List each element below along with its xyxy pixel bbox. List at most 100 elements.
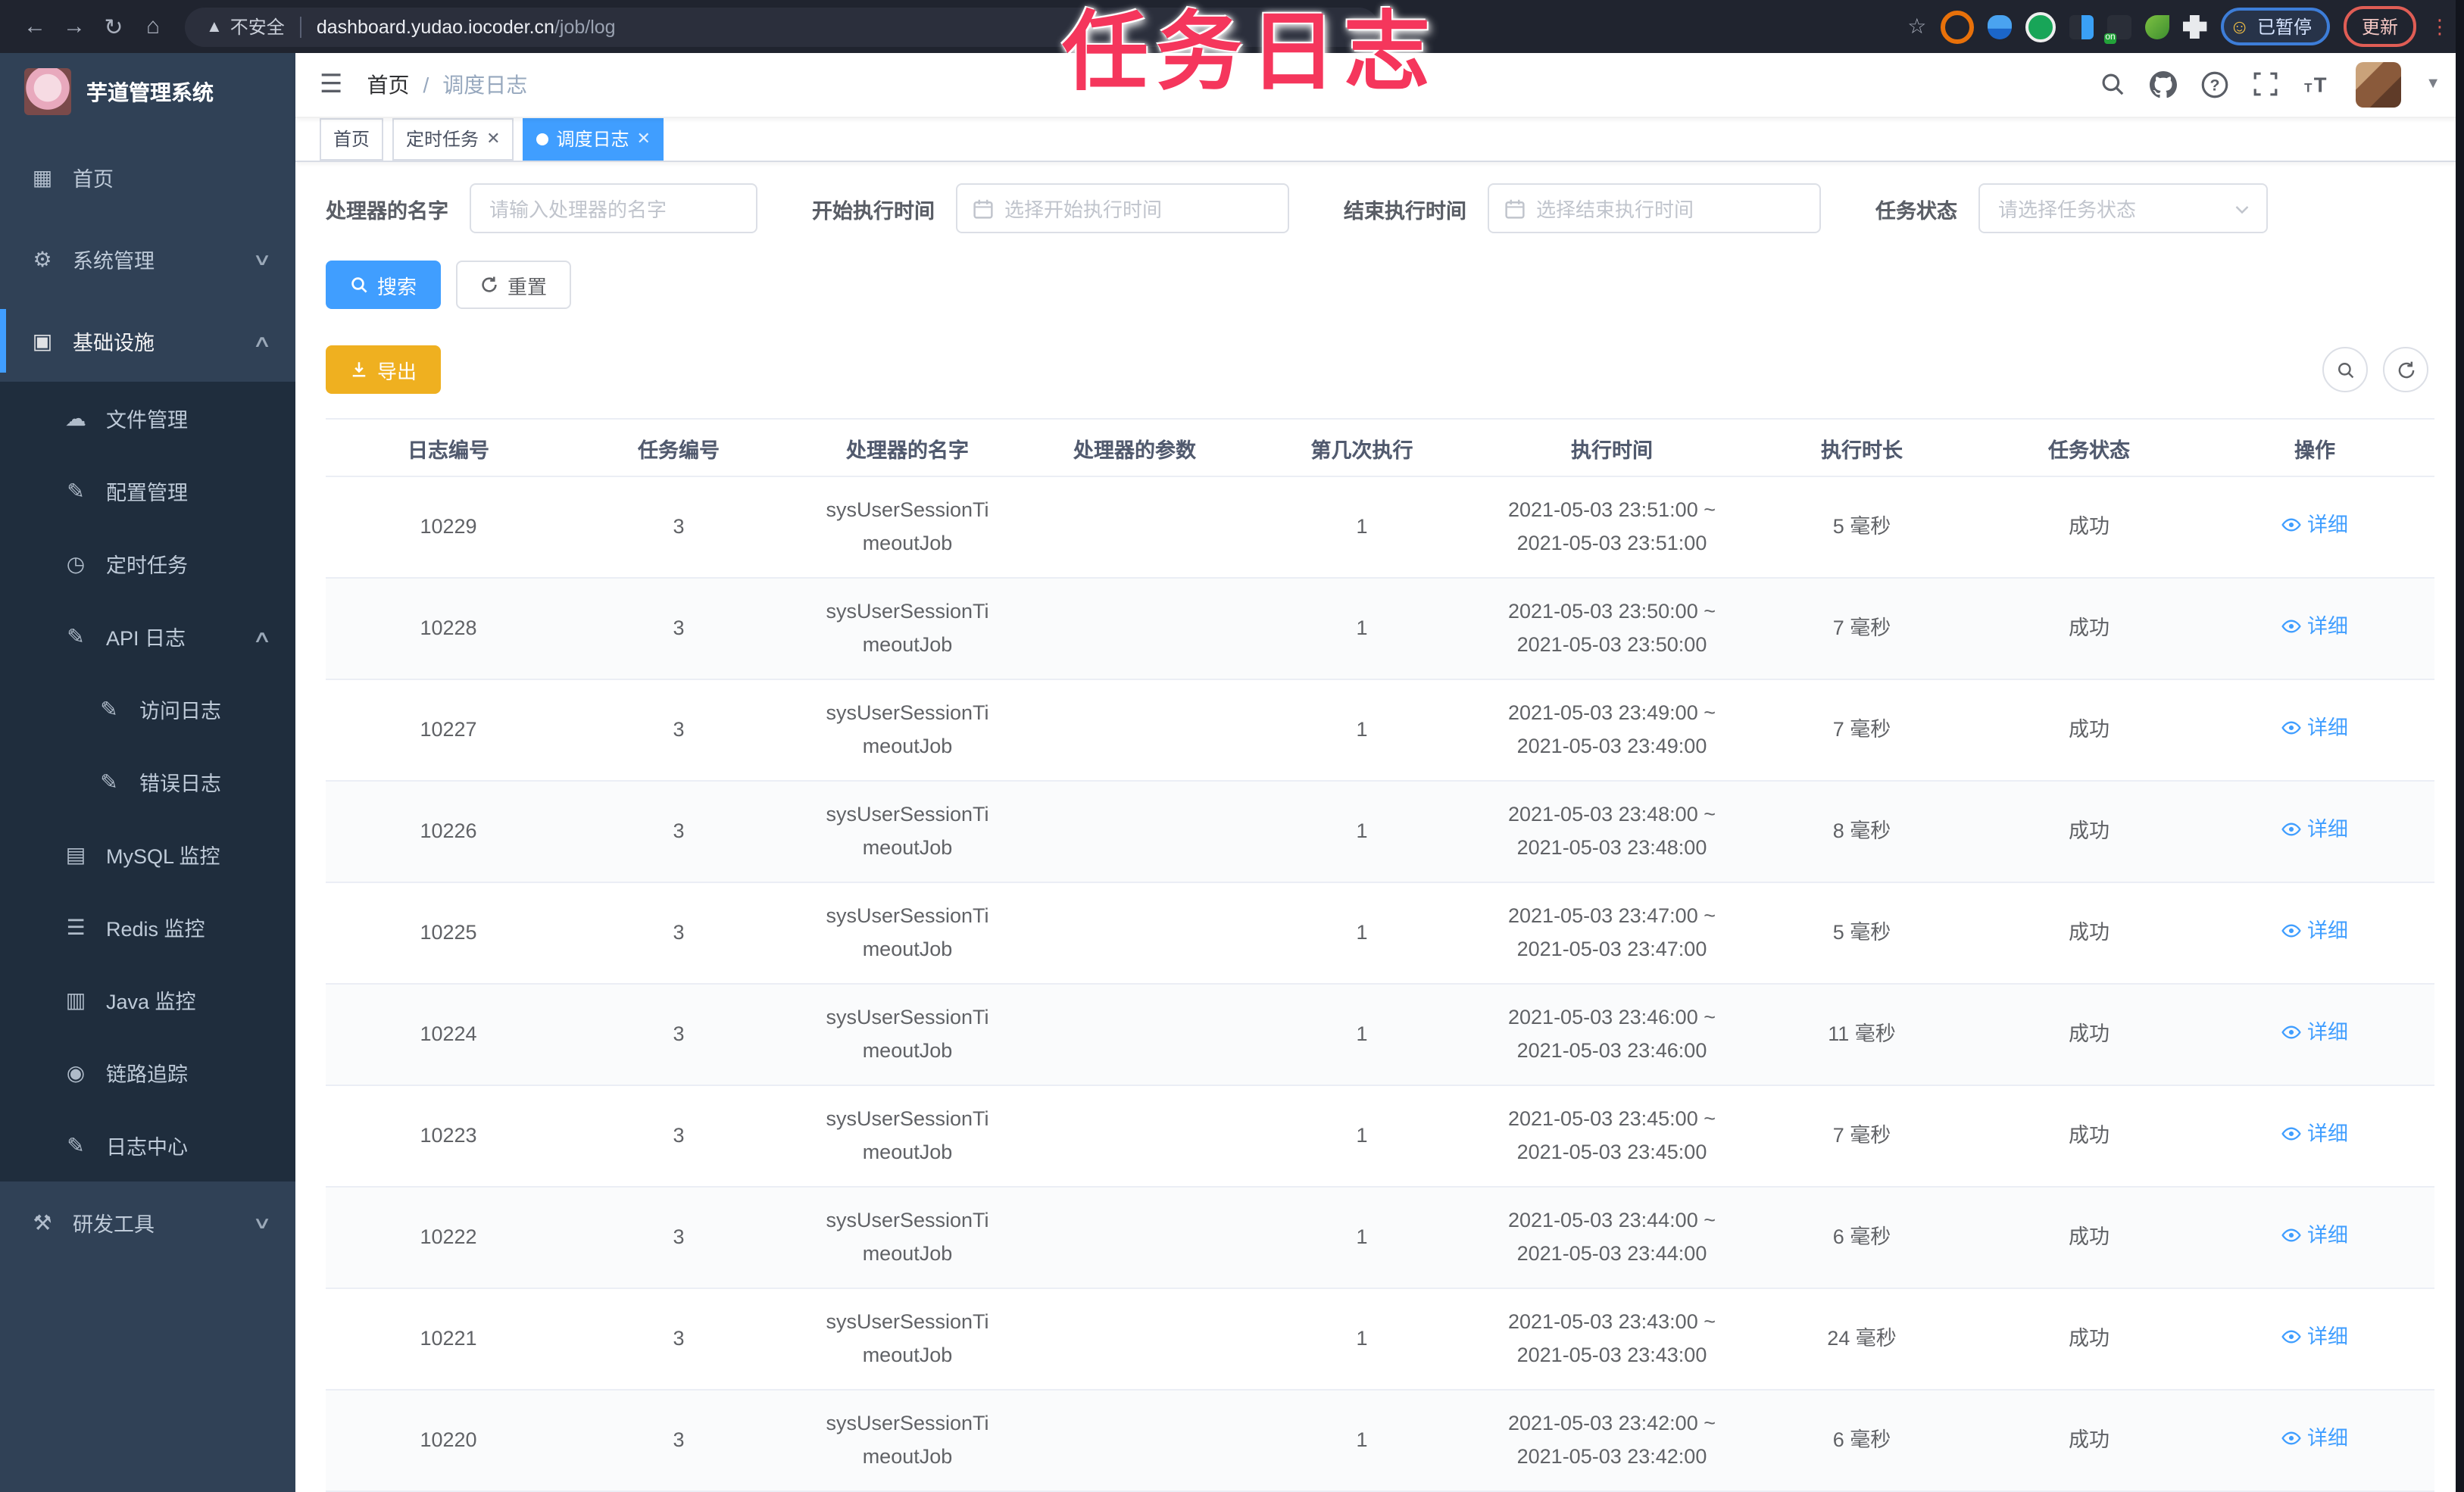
tab-label: 定时任务 bbox=[406, 129, 479, 151]
export-button[interactable]: 导出 bbox=[326, 345, 442, 394]
column-header: 日志编号 bbox=[326, 418, 571, 477]
detail-link[interactable]: 详细 bbox=[2281, 1118, 2348, 1151]
extension-icon[interactable] bbox=[1987, 14, 2012, 39]
sidebar-toggle-icon[interactable]: ☰ bbox=[320, 70, 343, 100]
browser-update-button[interactable]: 更新 bbox=[2343, 6, 2416, 47]
end-time-input[interactable]: 选择结束执行时间 bbox=[1488, 183, 1821, 233]
sidebar-item-label: 研发工具 bbox=[73, 1213, 155, 1236]
extension-icon[interactable] bbox=[1940, 10, 1974, 43]
cell-duration: 5 毫秒 bbox=[1741, 882, 1983, 985]
chevron-up-icon: ∧ bbox=[252, 628, 272, 646]
column-header: 执行时长 bbox=[1741, 418, 1983, 477]
sidebar-item-8[interactable]: ✎ 错误日志 bbox=[0, 745, 295, 818]
cell-param bbox=[1029, 1085, 1241, 1188]
address-bar[interactable]: ▲ 不安全 dashboard.yudao.iocoder.cn /job/lo… bbox=[185, 7, 1379, 46]
extension-icon[interactable] bbox=[2025, 11, 2056, 42]
search-icon[interactable] bbox=[2100, 72, 2125, 98]
handler-name-label: 处理器的名字 bbox=[326, 199, 448, 222]
sidebar-item-12[interactable]: ◉ 链路追踪 bbox=[0, 1036, 295, 1109]
filter-form: 处理器的名字 请输入处理器的名字 开始执行时间 选择开始执行时间 结束执行时间 … bbox=[326, 183, 2434, 233]
github-icon[interactable] bbox=[2150, 70, 2178, 98]
eye-icon: ◉ bbox=[66, 1060, 86, 1084]
sidebar-item-14[interactable]: ⚒ 研发工具 ∨ bbox=[0, 1181, 295, 1263]
cell-duration: 8 毫秒 bbox=[1741, 781, 1983, 883]
sidebar-item-1[interactable]: ⚙ 系统管理 ∨ bbox=[0, 218, 295, 300]
close-icon[interactable]: ✕ bbox=[486, 130, 500, 149]
svg-text:?: ? bbox=[2210, 76, 2220, 94]
sidebar-item-4[interactable]: ✎ 配置管理 bbox=[0, 454, 295, 527]
tab-0[interactable]: 首页 bbox=[320, 117, 384, 161]
detail-link[interactable]: 详细 bbox=[2281, 1219, 2348, 1253]
font-size-icon[interactable]: TT bbox=[2303, 72, 2331, 98]
url-divider bbox=[299, 16, 301, 37]
detail-link[interactable]: 详细 bbox=[2281, 813, 2348, 847]
chevron-down-icon: ∨ bbox=[252, 1214, 272, 1232]
browser-back-icon[interactable]: ← bbox=[15, 14, 55, 39]
log-icon: ✎ bbox=[100, 769, 118, 793]
table-header-row: 日志编号 任务编号 处理器的名字 处理器的参数 第几次执行 执行时间 执行时长 任务状态 操作 bbox=[326, 418, 2434, 477]
app-title: 芋道管理系统 bbox=[86, 80, 214, 104]
sidebar-item-label: Redis 监控 bbox=[106, 918, 205, 941]
browser-profile-chip[interactable]: ☺ 已暂停 bbox=[2220, 8, 2330, 45]
app-logo bbox=[24, 68, 71, 115]
sidebar-item-label: 基础设施 bbox=[73, 332, 155, 354]
tab-1[interactable]: 定时任务 ✕ bbox=[392, 117, 514, 161]
cell-count: 1 bbox=[1241, 882, 1483, 985]
close-icon[interactable]: ✕ bbox=[637, 130, 651, 149]
cell-time: 2021-05-03 23:49:00 ~2021-05-03 23:49:00 bbox=[1483, 679, 1741, 782]
detail-link[interactable]: 详细 bbox=[2281, 610, 2348, 644]
browser-home-icon[interactable]: ⌂ bbox=[133, 14, 173, 39]
app-logo-row[interactable]: 芋道管理系统 bbox=[0, 53, 295, 130]
tags-view-bar: 首页 定时任务 ✕ 调度日志 ✕ bbox=[295, 117, 2464, 162]
breadcrumb-home[interactable]: 首页 bbox=[367, 70, 410, 100]
handler-name-input[interactable]: 请输入处理器的名字 bbox=[470, 183, 757, 233]
calendar-icon bbox=[973, 198, 993, 218]
reset-button[interactable]: 重置 bbox=[456, 261, 572, 309]
cell-count: 1 bbox=[1241, 1085, 1483, 1188]
detail-link[interactable]: 详细 bbox=[2281, 1321, 2348, 1354]
sidebar-item-9[interactable]: ▤ MySQL 监控 bbox=[0, 818, 295, 891]
column-header: 执行时间 bbox=[1483, 418, 1741, 477]
fullscreen-icon[interactable] bbox=[2253, 72, 2278, 98]
cell-action: 详细 bbox=[2195, 679, 2434, 782]
extensions-puzzle-icon[interactable] bbox=[2182, 14, 2207, 39]
detail-link[interactable]: 详细 bbox=[2281, 1016, 2348, 1050]
browser-actions: ☆ on ☺ 已暂停 更新 ⋮ bbox=[1907, 6, 2450, 47]
sidebar-item-13[interactable]: ✎ 日志中心 bbox=[0, 1109, 295, 1181]
sidebar-item-2[interactable]: ▣ 基础设施 ∧ bbox=[0, 300, 295, 382]
refresh-table-button[interactable] bbox=[2383, 347, 2428, 392]
detail-link[interactable]: 详细 bbox=[2281, 1422, 2348, 1456]
help-icon[interactable]: ? bbox=[2201, 71, 2228, 98]
chevron-down-icon[interactable]: ▼ bbox=[2425, 76, 2441, 93]
sidebar-item-5[interactable]: ◷ 定时任务 bbox=[0, 527, 295, 600]
job-status-select[interactable]: 请选择任务状态 bbox=[1978, 183, 2268, 233]
browser-forward-icon[interactable]: → bbox=[55, 14, 94, 39]
sidebar-item-11[interactable]: ▥ Java 监控 bbox=[0, 963, 295, 1036]
start-time-input[interactable]: 选择开始执行时间 bbox=[956, 183, 1289, 233]
browser-reload-icon[interactable]: ↻ bbox=[94, 13, 133, 40]
eye-icon bbox=[2281, 1229, 2301, 1242]
cell-action: 详细 bbox=[2195, 1390, 2434, 1492]
cell-status: 成功 bbox=[1983, 882, 2195, 985]
detail-link[interactable]: 详细 bbox=[2281, 509, 2348, 542]
sidebar-item-0[interactable]: ▦ 首页 bbox=[0, 136, 295, 218]
bookmark-star-icon[interactable]: ☆ bbox=[1907, 14, 1926, 39]
user-avatar[interactable] bbox=[2356, 61, 2402, 108]
sidebar-item-7[interactable]: ✎ 访问日志 bbox=[0, 673, 295, 745]
detail-link[interactable]: 详细 bbox=[2281, 915, 2348, 948]
detail-link[interactable]: 详细 bbox=[2281, 712, 2348, 745]
cell-time: 2021-05-03 23:45:00 ~2021-05-03 23:45:00 bbox=[1483, 1085, 1741, 1188]
browser-menu-kebab-icon[interactable]: ⋮ bbox=[2430, 14, 2450, 39]
tab-2[interactable]: 调度日志 ✕ bbox=[523, 117, 664, 161]
extension-icon[interactable] bbox=[2144, 14, 2169, 39]
sidebar-item-10[interactable]: ☰ Redis 监控 bbox=[0, 891, 295, 963]
sidebar-item-6[interactable]: ✎ API 日志 ∧ bbox=[0, 600, 295, 673]
cell-action: 详细 bbox=[2195, 1288, 2434, 1391]
search-button[interactable]: 搜索 bbox=[326, 261, 442, 309]
extension-icon[interactable]: on bbox=[2103, 14, 2131, 43]
extension-icon[interactable] bbox=[2069, 14, 2094, 39]
sidebar-item-3[interactable]: ☁ 文件管理 bbox=[0, 382, 295, 454]
toggle-search-button[interactable] bbox=[2322, 347, 2368, 392]
cell-duration: 6 毫秒 bbox=[1741, 1187, 1983, 1289]
cell-action: 详细 bbox=[2195, 882, 2434, 985]
